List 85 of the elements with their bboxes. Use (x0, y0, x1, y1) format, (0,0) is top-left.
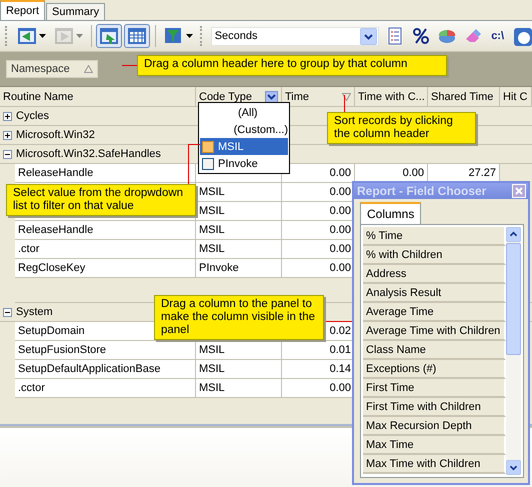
expand-icon[interactable] (3, 112, 12, 120)
table-cell: MSIL (196, 360, 282, 379)
table-cell: 0.00 (282, 240, 355, 259)
group-row-label: Microsoft.Win32.SafeHandles (16, 148, 161, 160)
expand-icon[interactable] (3, 130, 12, 140)
window-title: Report - Field Chooser (357, 184, 486, 198)
table-cell: MSIL (196, 341, 282, 360)
table-cell: MSIL (196, 202, 282, 221)
table-cell: SetupFusionStore (15, 341, 196, 360)
group-row-label: Microsoft.Win32 (16, 129, 95, 141)
table-cell: RegCloseKey (15, 259, 196, 278)
table-cell: 0.00 (282, 221, 355, 240)
table-cell: PInvoke (196, 259, 282, 278)
filter-option[interactable]: (Custom...) (200, 121, 288, 138)
scroll-down-icon[interactable] (506, 460, 521, 475)
column-header[interactable]: Shared Time (428, 87, 500, 106)
checkbox[interactable] (202, 158, 214, 170)
table-cell: 0.00 (282, 379, 355, 398)
field-item[interactable]: Address (363, 265, 506, 284)
field-item[interactable]: % Time (363, 227, 506, 246)
field-item[interactable]: Average Time (363, 303, 506, 322)
grid-icon (127, 26, 148, 46)
field-item[interactable]: First Time with Children (363, 398, 506, 417)
field-item[interactable]: Max Time with Children (363, 455, 506, 474)
caret-icon (38, 34, 46, 38)
callout: Drag a column to the panel to make the column visible in the panel (154, 295, 324, 340)
table-cell: 0.00 (282, 183, 355, 202)
help-icon (512, 26, 532, 46)
back-icon (16, 26, 37, 46)
table-cell: SetupDefaultApplicationBase (15, 360, 196, 379)
sort-ascending-icon (84, 65, 93, 73)
field-item[interactable]: Max Recursion Depth (363, 417, 506, 436)
filter-dropdown-icon[interactable] (265, 90, 278, 102)
toolbar-button[interactable] (124, 24, 150, 48)
forward-icon (54, 26, 74, 46)
table-cell: ReleaseHandle (15, 221, 196, 240)
table-cell: .cctor (15, 379, 196, 398)
group-row-label: Cycles (16, 110, 50, 122)
field-item[interactable]: Analysis Result (363, 284, 506, 303)
table-cell: MSIL (196, 379, 282, 398)
callout: Sort records by clicking the column header (327, 112, 476, 144)
scrollbar[interactable] (506, 227, 521, 475)
callout: Select value from the dropwdown list to filter on that value (6, 184, 196, 216)
table-cell: .ctor (15, 240, 196, 259)
leader-line (344, 95, 345, 112)
scroll-up-icon[interactable] (506, 227, 521, 242)
field-item[interactable]: First Time (363, 379, 506, 398)
caret-icon (186, 34, 194, 38)
tab[interactable]: Report (0, 0, 46, 20)
column-header[interactable]: Hit C (500, 87, 532, 106)
leader-line (122, 65, 137, 66)
field-item[interactable]: Max Time (363, 436, 506, 455)
table-cell: MSIL (196, 183, 282, 202)
callout: Drag a column header here to group by that column (137, 55, 447, 76)
sort-descending-icon[interactable] (342, 92, 351, 100)
field-item[interactable]: Average Time with Children (363, 322, 506, 341)
toolbar-button[interactable]: c:\ (489, 26, 506, 46)
column-header[interactable]: Time with C... (355, 87, 428, 106)
group-row-label: System (16, 306, 53, 318)
table-cell: ReleaseHandle (15, 164, 196, 183)
percent-icon (411, 26, 432, 46)
filter-option[interactable]: (All) (200, 104, 288, 121)
grouped-column-header[interactable]: Namespace (6, 60, 98, 78)
table-cell: 0.14 (282, 360, 355, 379)
toolbar-button[interactable] (512, 26, 532, 46)
table-cell: 0.01 (282, 341, 355, 360)
collapse-icon[interactable] (3, 150, 12, 158)
tab[interactable]: Columns (360, 202, 422, 224)
field-item[interactable]: Class Name (363, 341, 506, 360)
tab[interactable]: Summary (46, 3, 106, 20)
close-icon (515, 187, 523, 195)
caret-icon (76, 34, 83, 38)
field-item[interactable]: Exceptions (#) (363, 360, 506, 379)
table-cell: 0.00 (282, 202, 355, 221)
units-dropdown[interactable]: Seconds (210, 26, 380, 46)
toolbar-button[interactable] (411, 26, 432, 46)
table-cell: MSIL (196, 240, 282, 259)
field-item[interactable]: % with Children (363, 246, 506, 265)
filter-option[interactable]: MSIL (200, 138, 288, 155)
column-header[interactable]: Routine Name (0, 87, 196, 106)
checkbox[interactable] (202, 140, 214, 152)
table-cell: 0.00 (282, 259, 355, 278)
table-cell: MSIL (196, 221, 282, 240)
collapse-icon[interactable] (3, 308, 12, 316)
table-cell: 0.00 (282, 164, 355, 183)
